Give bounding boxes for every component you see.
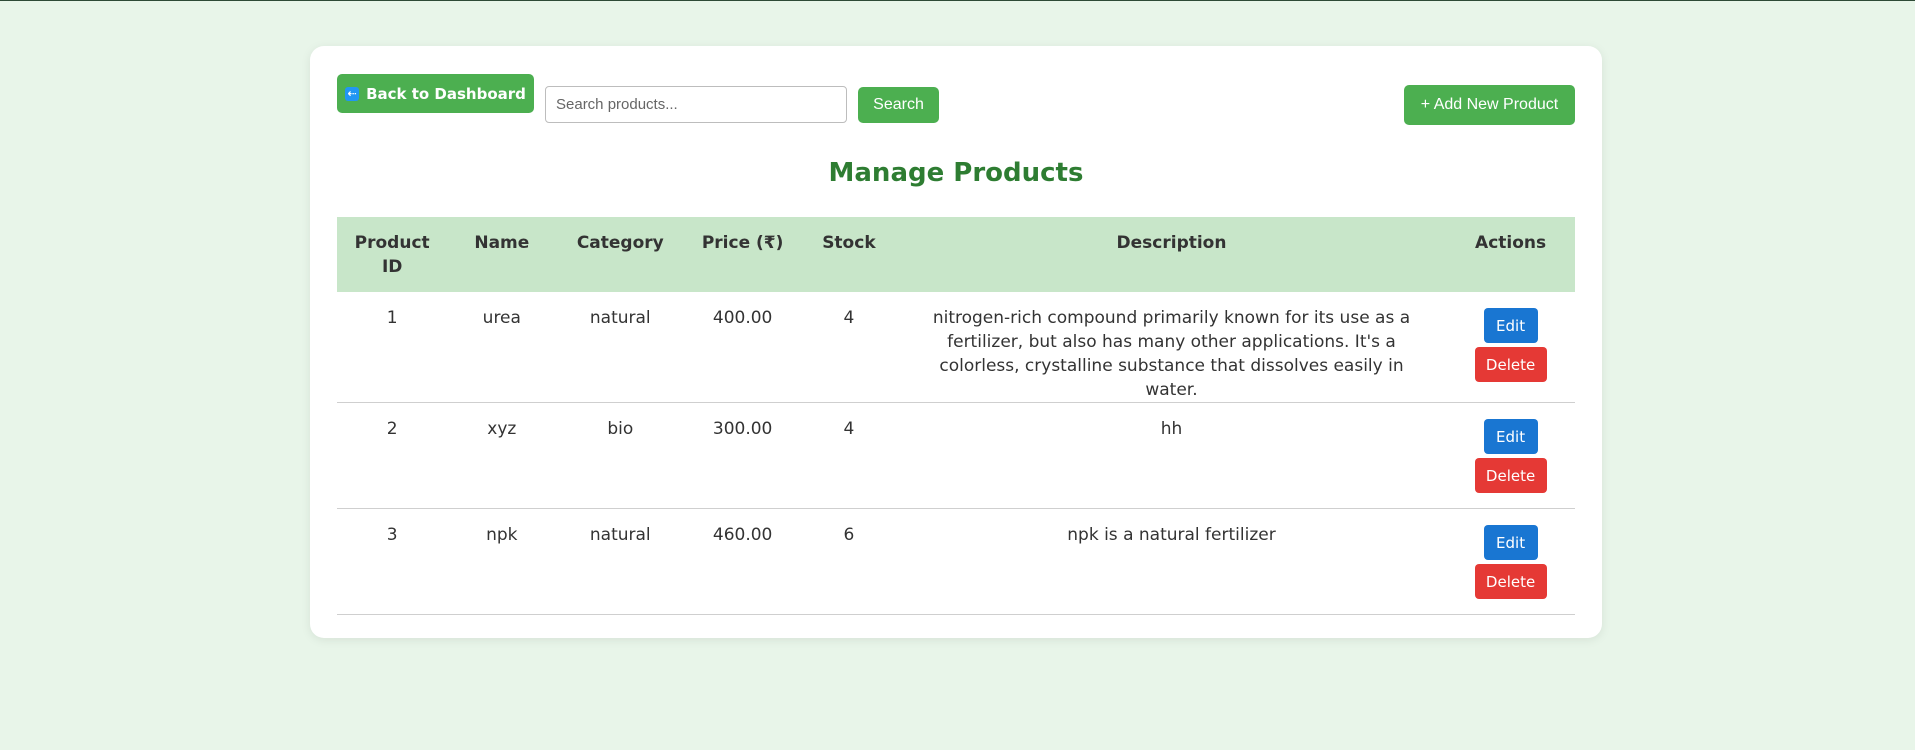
cell-product-id: 3 — [337, 508, 448, 615]
header-name: Name — [474, 233, 530, 253]
cell-price: 460.00 — [684, 508, 801, 615]
cell-name: npk — [447, 508, 557, 615]
header-description: Description — [1116, 233, 1227, 253]
cell-description: hh — [896, 402, 1447, 509]
edit-button[interactable]: Edit — [1483, 308, 1538, 343]
header-stock: Stock — [822, 233, 876, 253]
cell-actions: Edit Delete — [1446, 402, 1575, 509]
products-card: ⇠ Back to Dashboard Search + Add New Pro… — [310, 46, 1602, 638]
delete-button[interactable]: Delete — [1474, 347, 1547, 382]
cell-name: xyz — [447, 402, 557, 509]
cell-actions: Edit Delete — [1446, 292, 1575, 403]
back-to-dashboard-label: Back to Dashboard — [366, 84, 526, 103]
header-price: Price (₹) — [701, 233, 784, 253]
table-row: 1 urea natural 400.00 4 nitrogen-rich co… — [337, 292, 1575, 403]
cell-category: natural — [556, 292, 685, 403]
add-new-product-button[interactable]: + Add New Product — [1404, 85, 1575, 125]
edit-button[interactable]: Edit — [1483, 419, 1538, 454]
header-category: Category — [576, 233, 664, 253]
cell-stock: 4 — [801, 292, 897, 403]
table-header-row: Product ID Name Category Price (₹) Stock… — [337, 217, 1575, 292]
cell-price: 400.00 — [684, 292, 801, 403]
delete-button[interactable]: Delete — [1474, 564, 1547, 599]
back-to-dashboard-button[interactable]: ⇠ Back to Dashboard — [337, 74, 534, 113]
cell-category: bio — [556, 402, 685, 509]
cell-category: natural — [556, 508, 685, 615]
cell-product-id: 2 — [337, 402, 448, 509]
search-button[interactable]: Search — [858, 87, 939, 123]
page-title: Manage Products — [828, 158, 1084, 188]
cell-price: 300.00 — [684, 402, 801, 509]
products-table: Product ID Name Category Price (₹) Stock… — [337, 217, 1575, 615]
cell-stock: 4 — [801, 402, 897, 509]
cell-actions: Edit Delete — [1446, 508, 1575, 615]
arrow-left-icon: ⇠ — [345, 86, 360, 101]
header-actions: Actions — [1475, 233, 1547, 253]
cell-product-id: 1 — [337, 292, 448, 403]
table-row: 3 npk natural 460.00 6 npk is a natural … — [337, 508, 1575, 615]
cell-stock: 6 — [801, 508, 897, 615]
cell-description: npk is a natural fertilizer — [896, 508, 1447, 615]
edit-button[interactable]: Edit — [1483, 525, 1538, 560]
cell-name: urea — [447, 292, 557, 403]
cell-description: nitrogen-rich compound primarily known f… — [896, 292, 1447, 403]
table-header: Product ID Name Category Price (₹) Stock… — [337, 217, 1575, 292]
search-input[interactable] — [545, 86, 847, 123]
header-product-id: Product ID — [354, 233, 430, 277]
table-row: 2 xyz bio 300.00 4 hh Edit Delete — [337, 402, 1575, 509]
table-body: 1 urea natural 400.00 4 nitrogen-rich co… — [337, 292, 1575, 615]
delete-button[interactable]: Delete — [1474, 458, 1547, 493]
